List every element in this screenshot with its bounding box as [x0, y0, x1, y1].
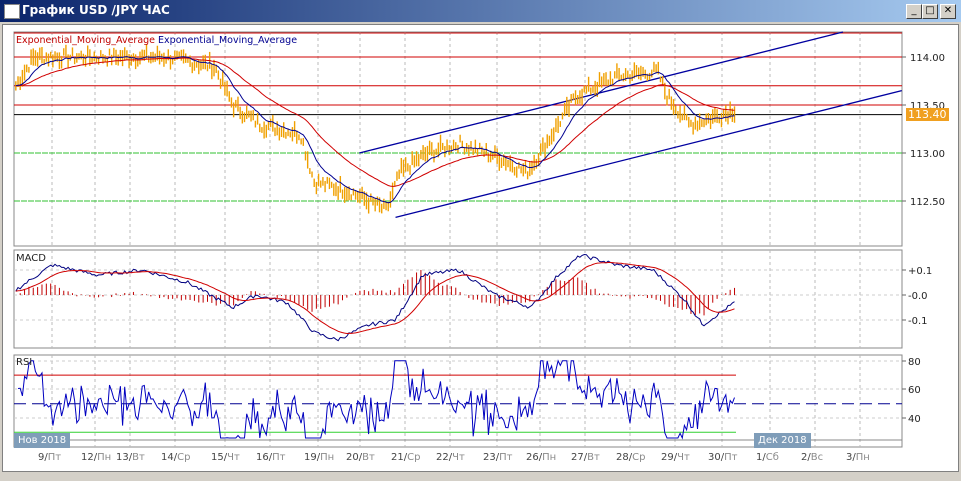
weekday: Пт: [724, 452, 738, 463]
macd-label: MACD: [16, 253, 46, 264]
weekday: Пт: [499, 452, 513, 463]
weekday: Пт: [272, 452, 286, 463]
chart-canvas[interactable]: 114.00113.50113.00112.50MACD+0.1-0.0-0.1…: [0, 0, 961, 481]
weekday: Чт: [452, 452, 465, 463]
weekday: Ср: [177, 452, 191, 463]
day-number: 20/: [346, 452, 363, 463]
weekday: Чт: [677, 452, 690, 463]
day-number: 29/: [661, 452, 678, 463]
macd-axis-label: -0.0: [908, 291, 928, 302]
weekday: Вт: [362, 452, 375, 463]
day-number: 12/: [81, 452, 98, 463]
day-number: 14/: [161, 452, 178, 463]
day-label: 1/Сб: [756, 452, 779, 463]
day-label: 13/Вт: [116, 452, 145, 463]
day-label: 28/Ср: [616, 452, 645, 463]
day-number: 9/: [38, 452, 48, 463]
weekday: Пн: [97, 452, 112, 463]
price-axis-label: 112.50: [910, 197, 945, 208]
day-number: 27/: [571, 452, 588, 463]
weekday: Чт: [227, 452, 240, 463]
day-label: 9/Пт: [38, 452, 61, 463]
rsi-axis-label: 40: [908, 414, 921, 425]
day-label: 19/Пн: [304, 452, 334, 463]
day-number: 2/: [801, 452, 811, 463]
macd-panel: [13, 249, 903, 349]
weekday: Пн: [542, 452, 557, 463]
day-label: 15/Чт: [211, 452, 240, 463]
weekday: Вт: [587, 452, 600, 463]
day-number: 19/: [304, 452, 321, 463]
price-axis-label: 114.00: [910, 53, 945, 64]
rsi-label: RSI: [16, 357, 32, 368]
weekday: Вс: [810, 452, 824, 463]
day-number: 16/: [256, 452, 273, 463]
macd-axis-label: +0.1: [908, 266, 932, 277]
day-number: 22/: [436, 452, 453, 463]
day-number: 28/: [616, 452, 633, 463]
month-label-nov: Нов 2018: [14, 433, 71, 448]
day-label: 26/Пн: [526, 452, 556, 463]
ema-legend-blue: Exponential_Moving_Average: [158, 35, 298, 46]
day-label: 22/Чт: [436, 452, 465, 463]
weekday: Пн: [855, 452, 870, 463]
weekday: Пн: [320, 452, 335, 463]
weekday: Вт: [132, 452, 145, 463]
day-number: 21/: [391, 452, 408, 463]
day-label: 23/Пт: [483, 452, 512, 463]
ema-legend-red: Exponential_Moving_Average: [16, 35, 156, 46]
last-price-label: 113.40: [906, 108, 949, 121]
day-number: 3/: [846, 452, 856, 463]
weekday: Ср: [407, 452, 421, 463]
day-label: 3/Пн: [846, 452, 870, 463]
day-label: 2/Вс: [801, 452, 823, 463]
month-label-dec: Дек 2018: [754, 433, 811, 448]
day-label: 16/Пт: [256, 452, 285, 463]
day-number: 13/: [116, 452, 133, 463]
day-label: 14/Ср: [161, 452, 190, 463]
day-label: 29/Чт: [661, 452, 690, 463]
weekday: Сб: [765, 452, 779, 463]
day-number: 1/: [756, 452, 766, 463]
rsi-axis-label: 80: [908, 357, 921, 368]
day-number: 23/: [483, 452, 500, 463]
price-axis-label: 113.00: [910, 149, 945, 160]
weekday: Пт: [47, 452, 62, 463]
day-label: 30/Пт: [708, 452, 737, 463]
price-panel: [13, 31, 903, 247]
macd-axis-label: -0.1: [908, 316, 928, 327]
day-number: 30/: [708, 452, 725, 463]
day-number: 26/: [526, 452, 543, 463]
indicator-legend: Exponential_Moving_Average Exponential_M…: [16, 35, 297, 46]
weekday: Ср: [632, 452, 646, 463]
day-number: 15/: [211, 452, 228, 463]
day-label: 21/Ср: [391, 452, 420, 463]
day-label: 12/Пн: [81, 452, 111, 463]
day-label: 20/Вт: [346, 452, 375, 463]
rsi-axis-label: 60: [908, 385, 921, 396]
day-label: 27/Вт: [571, 452, 600, 463]
